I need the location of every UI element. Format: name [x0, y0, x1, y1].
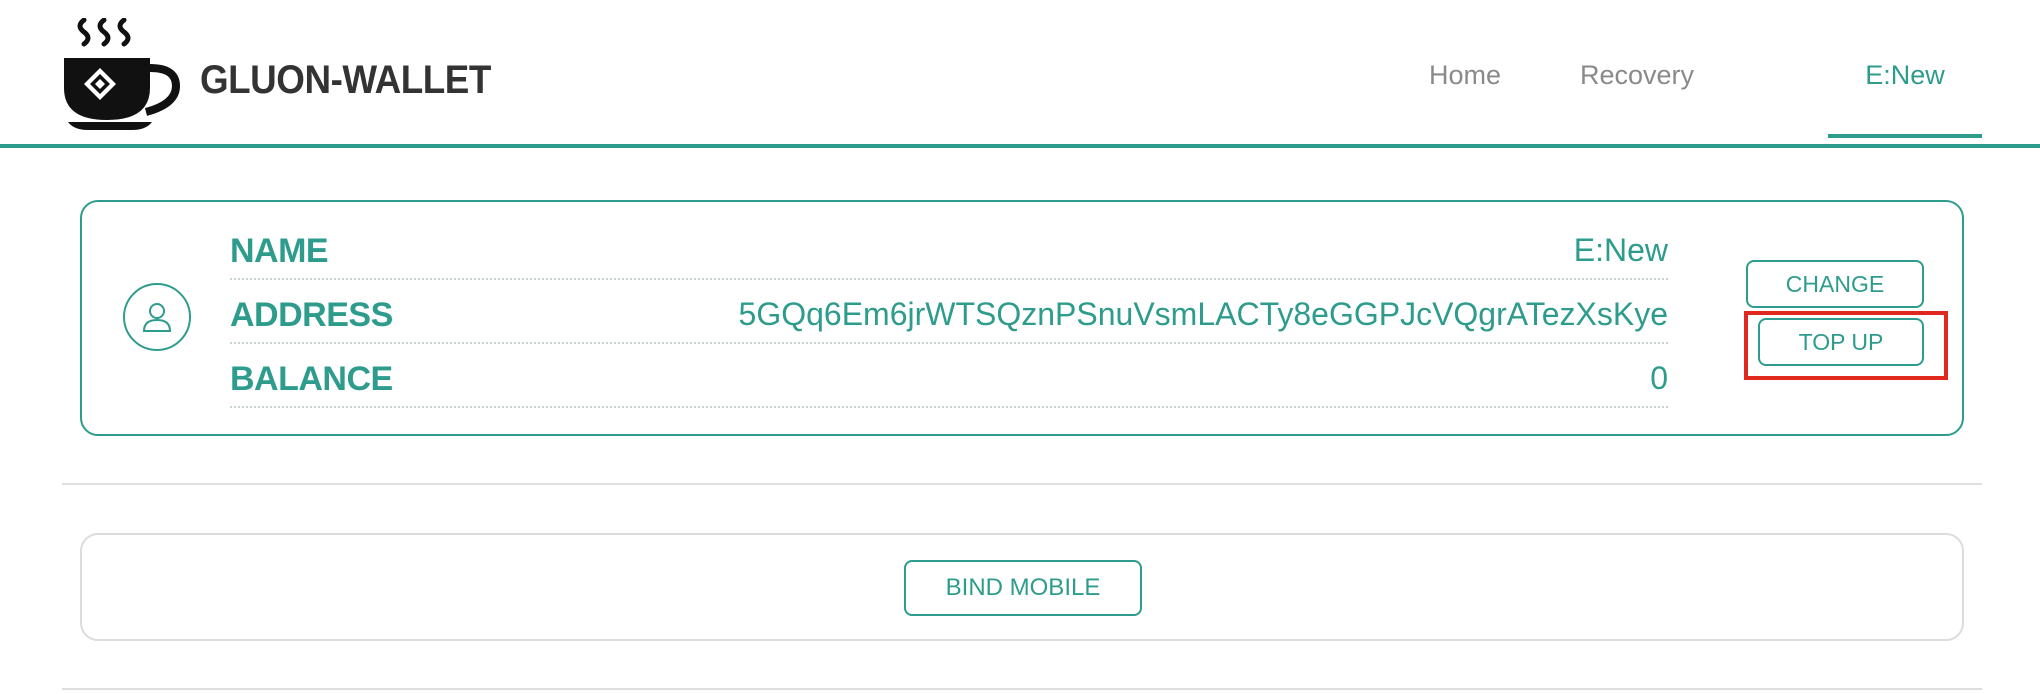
change-button[interactable]: CHANGE — [1746, 260, 1924, 308]
address-label: ADDRESS — [230, 296, 393, 334]
nav-home[interactable]: Home — [1429, 60, 1501, 91]
bind-mobile-button[interactable]: BIND MOBILE — [904, 560, 1142, 616]
account-card: NAME E:New ADDRESS 5GQq6Em6jrWTSQznPSnuV… — [80, 200, 1964, 436]
coffee-cup-logo-icon — [64, 18, 181, 130]
top-up-button[interactable]: TOP UP — [1758, 318, 1924, 366]
user-icon — [123, 283, 191, 351]
bind-mobile-card: BIND MOBILE — [80, 533, 1964, 641]
address-value: 5GQq6Em6jrWTSQznPSnuVsmLACTy8eGGPJcVQgrA… — [738, 296, 1668, 332]
account-details: NAME E:New ADDRESS 5GQq6Em6jrWTSQznPSnuV… — [230, 216, 1668, 408]
balance-row: BALANCE 0 — [230, 344, 1668, 408]
nav-active-wallet-label: E:New — [1865, 60, 1945, 90]
address-row: ADDRESS 5GQq6Em6jrWTSQznPSnuVsmLACTy8eGG… — [230, 280, 1668, 344]
wallet-page: GLUON-WALLET Home Recovery E:New NAME E:… — [0, 0, 2040, 694]
name-row: NAME E:New — [230, 216, 1668, 280]
balance-label: BALANCE — [230, 360, 393, 398]
nav-active-wallet[interactable]: E:New — [1828, 0, 1982, 138]
section-divider-bottom — [62, 688, 1982, 690]
brand-name: GLUON-WALLET — [200, 58, 491, 102]
section-divider — [62, 483, 1982, 485]
name-label: NAME — [230, 232, 329, 270]
nav-recovery[interactable]: Recovery — [1580, 60, 1694, 91]
name-value: E:New — [1573, 232, 1668, 268]
balance-value: 0 — [1650, 360, 1668, 396]
top-nav-bar: GLUON-WALLET Home Recovery E:New — [0, 0, 2040, 148]
